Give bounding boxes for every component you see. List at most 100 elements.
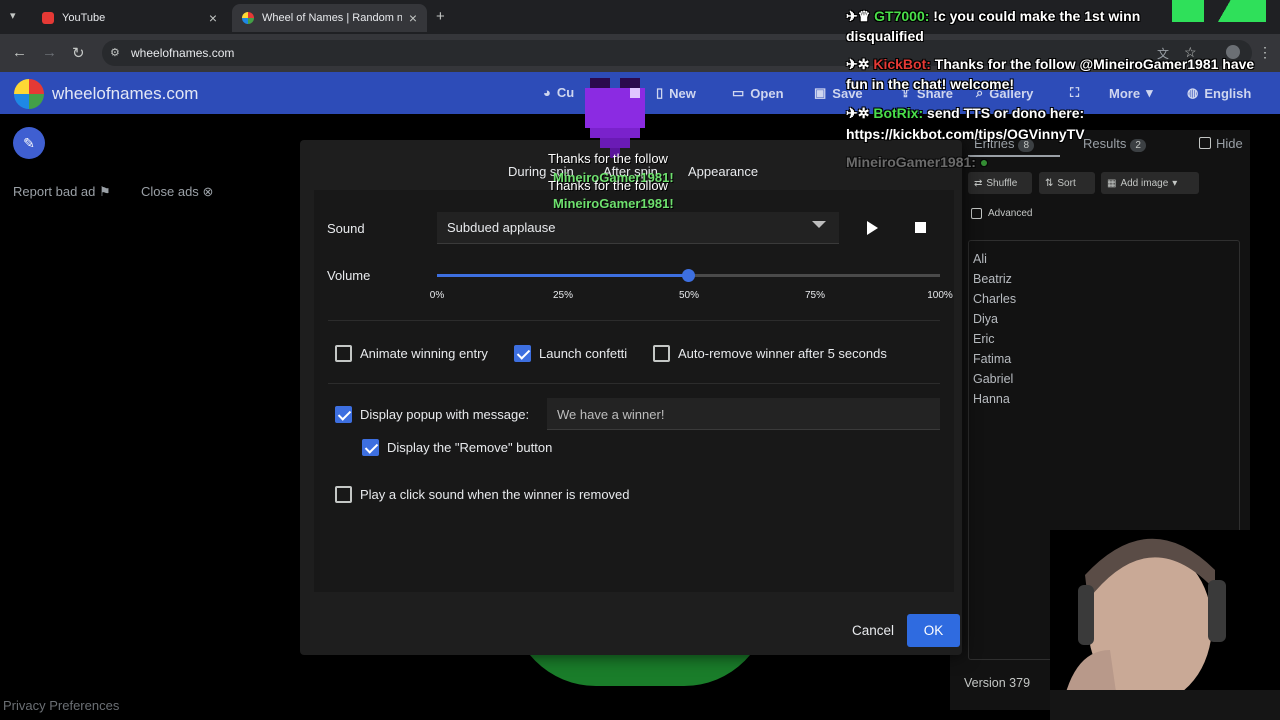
- click-sound-label: Play a click sound when the winner is re…: [360, 487, 630, 502]
- list-item: Hanna: [973, 392, 1010, 406]
- launch-confetti-checkbox[interactable]: [514, 345, 531, 362]
- nav-language[interactable]: ◍ English: [1187, 85, 1251, 101]
- close-tab-icon[interactable]: ×: [409, 10, 417, 26]
- site-logo[interactable]: [14, 79, 44, 109]
- nav-new[interactable]: ▯ New: [656, 85, 696, 101]
- chat-badge-icon: ✈✲: [846, 105, 870, 121]
- volume-slider-thumb[interactable]: [682, 269, 695, 282]
- follow-alert-name: MineiroGamer1981!: [553, 196, 674, 211]
- webcam-feed: [1050, 530, 1280, 720]
- cancel-button[interactable]: Cancel: [846, 621, 900, 640]
- animate-winning-label: Animate winning entry: [360, 346, 488, 361]
- add-image-button[interactable]: ▦ Add image ▾: [1101, 172, 1199, 194]
- tab-youtube[interactable]: YouTube ×: [32, 4, 227, 32]
- modal-content: [314, 190, 954, 592]
- chat-message-continued: fun in the chat! welcome!: [846, 76, 1015, 92]
- list-item: Gabriel: [973, 372, 1014, 386]
- overlay-green-block: [1172, 0, 1204, 22]
- flag-icon: ⚑: [99, 184, 111, 199]
- close-ads-link[interactable]: Close ads ⊗: [141, 184, 213, 200]
- advanced-label: Advanced: [988, 208, 1033, 219]
- launch-confetti-label: Launch confetti: [539, 346, 628, 361]
- follow-alert-text: Thanks for the follow: [548, 178, 668, 193]
- chat-badge-icon: ✈♛: [846, 8, 871, 24]
- sort-icon: ⇅: [1045, 177, 1054, 189]
- click-sound-checkbox[interactable]: [335, 486, 352, 503]
- divider: [328, 383, 940, 384]
- browser-menu-icon[interactable]: ⋮: [1258, 44, 1272, 61]
- chat-message: ✈✲ BotRix: send TTS or dono here:: [846, 105, 1084, 122]
- tab-list-button[interactable]: ▾: [10, 9, 16, 22]
- sound-selected-value: Subdued applause: [447, 220, 556, 235]
- popup-message-value: We have a winner!: [557, 407, 665, 422]
- volume-tick-label: 0%: [429, 290, 445, 301]
- globe-icon: ◍: [1187, 85, 1199, 100]
- nav-open[interactable]: ▭ Open: [732, 85, 784, 101]
- list-item: Beatriz: [973, 272, 1012, 286]
- chat-emote-icon: ●: [979, 154, 989, 170]
- folder-icon: ▭: [732, 85, 745, 100]
- volume-slider-fill: [437, 274, 689, 277]
- chat-message: ✈✲ KickBot: Thanks for the follow @Minei…: [846, 56, 1254, 73]
- shuffle-icon: ⇄: [974, 177, 983, 189]
- back-icon[interactable]: ←: [12, 44, 27, 61]
- volume-tick-label: 100%: [927, 290, 953, 301]
- site-title[interactable]: wheelofnames.com: [52, 84, 198, 104]
- stop-icon[interactable]: [915, 222, 926, 233]
- url-text[interactable]: wheelofnames.com: [131, 46, 234, 60]
- chat-text: !c you could make the 1st winn: [929, 8, 1141, 24]
- display-popup-label: Display popup with message:: [360, 407, 530, 422]
- chat-username: BotRix:: [873, 105, 924, 121]
- chat-text: Thanks for the follow @MineiroGamer1981 …: [930, 56, 1255, 72]
- chat-text: send TTS or dono here:: [923, 105, 1085, 121]
- display-popup-checkbox[interactable]: [335, 406, 352, 423]
- volume-tick-label: 50%: [678, 290, 700, 301]
- divider: [328, 320, 940, 321]
- wheel-icon: [242, 12, 254, 24]
- site-info-icon[interactable]: ⚙: [110, 46, 120, 59]
- fullscreen-icon[interactable]: ⛶: [1070, 85, 1079, 101]
- pixel-heart-icon: [585, 78, 645, 158]
- sound-label: Sound: [327, 221, 365, 236]
- chat-message: ✈♛ GT7000: !c you could make the 1st win…: [846, 8, 1140, 25]
- nav-more[interactable]: More ▾: [1109, 85, 1153, 101]
- report-bad-ad-link[interactable]: Report bad ad ⚑: [13, 184, 111, 200]
- tab-appearance[interactable]: Appearance: [688, 164, 758, 179]
- chat-badge-icon: ✈✲: [846, 56, 870, 72]
- sort-button[interactable]: ⇅ Sort: [1039, 172, 1095, 194]
- auto-remove-checkbox[interactable]: [653, 345, 670, 362]
- new-tab-button[interactable]: +: [436, 8, 445, 25]
- pencil-icon: ✎: [23, 134, 35, 151]
- overlay-green-shape: [1210, 0, 1266, 22]
- display-remove-label: Display the "Remove" button: [387, 440, 553, 455]
- nav-customize[interactable]: ◕ Cu: [543, 85, 574, 100]
- play-icon[interactable]: [867, 221, 878, 235]
- edit-pencil-button[interactable]: ✎: [13, 127, 45, 159]
- volume-label: Volume: [327, 268, 371, 283]
- display-remove-checkbox[interactable]: [362, 439, 379, 456]
- hide-checkbox[interactable]: [1199, 137, 1211, 149]
- chat-message-continued: https://kickbot.com/tips/OGVinnyTV: [846, 126, 1085, 142]
- shuffle-button[interactable]: ⇄ Shuffle: [968, 172, 1032, 194]
- follow-alert-text: Thanks for the follow: [548, 151, 668, 166]
- privacy-preferences-link[interactable]: Privacy Preferences: [3, 698, 119, 713]
- chat-username: GT7000:: [874, 8, 930, 24]
- animate-winning-checkbox[interactable]: [335, 345, 352, 362]
- list-item: Ali: [973, 252, 987, 266]
- close-circle-icon: ⊗: [202, 184, 214, 199]
- file-icon: ▯: [656, 85, 664, 100]
- tab-title: YouTube: [62, 12, 106, 24]
- palette-icon: ◕: [543, 85, 551, 100]
- close-tab-icon[interactable]: ×: [209, 10, 217, 26]
- forward-icon[interactable]: →: [42, 44, 57, 61]
- ok-button[interactable]: OK: [907, 614, 960, 647]
- tab-results[interactable]: Results 2: [1083, 136, 1146, 152]
- volume-tick-label: 25%: [552, 290, 574, 301]
- youtube-icon: [42, 12, 54, 24]
- save-icon: ▣: [814, 85, 827, 100]
- reload-icon[interactable]: ↻: [72, 44, 85, 62]
- version-label: Version 379: [964, 676, 1031, 690]
- list-item: Charles: [973, 292, 1017, 306]
- advanced-checkbox[interactable]: [971, 208, 982, 219]
- tab-wheel-of-names[interactable]: Wheel of Names | Random nam ×: [232, 4, 427, 32]
